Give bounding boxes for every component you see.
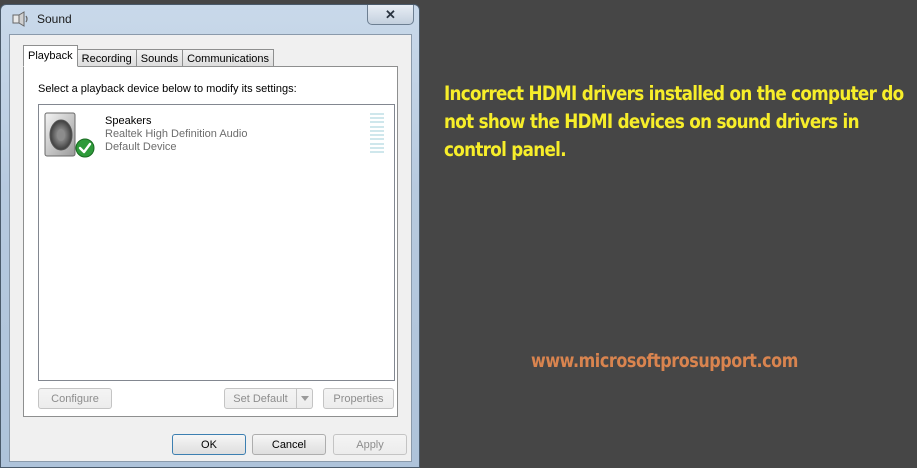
configure-label: Configure <box>51 392 99 405</box>
device-driver: Realtek High Definition Audio <box>105 128 248 140</box>
tab-strip: Playback Recording Sounds Communications <box>23 45 275 67</box>
set-default-button[interactable]: Set Default <box>224 388 297 409</box>
playback-panel: Select a playback device below to modify… <box>23 66 398 417</box>
device-name: Speakers <box>105 115 152 127</box>
instruction-text: Select a playback device below to modify… <box>38 83 297 95</box>
apply-button[interactable]: Apply <box>333 434 407 455</box>
close-button[interactable]: ✕ <box>367 5 414 25</box>
tab-playback[interactable]: Playback <box>23 45 78 67</box>
set-default-dropdown[interactable] <box>297 388 313 409</box>
sound-dialog: Sound ✕ Playback Recording Sounds Commun… <box>0 4 420 468</box>
cancel-label: Cancel <box>271 438 307 451</box>
close-icon: ✕ <box>385 7 396 22</box>
apply-label: Apply <box>356 438 384 451</box>
website-watermark: www.microsoftprosupport.com <box>531 350 798 372</box>
list-item[interactable]: Speakers Realtek High Definition Audio D… <box>39 105 394 165</box>
ok-button[interactable]: OK <box>172 434 246 455</box>
device-list[interactable]: Speakers Realtek High Definition Audio D… <box>38 104 395 381</box>
ok-label: OK <box>201 438 217 451</box>
device-status: Default Device <box>105 141 177 153</box>
tab-communications[interactable]: Communications <box>182 49 275 67</box>
sound-app-icon <box>12 11 28 27</box>
tab-recording[interactable]: Recording <box>76 49 137 67</box>
configure-button[interactable]: Configure <box>38 388 112 409</box>
volume-meter <box>370 113 384 153</box>
set-default-label: Set Default <box>233 392 288 405</box>
caption-text: Incorrect HDMI drivers installed on the … <box>444 82 904 161</box>
chevron-down-icon <box>300 396 309 401</box>
title-bar[interactable]: Sound ✕ <box>1 5 419 33</box>
properties-label: Properties <box>333 392 384 405</box>
tab-sounds[interactable]: Sounds <box>135 49 184 67</box>
properties-button[interactable]: Properties <box>323 388 394 409</box>
window-title: Sound <box>37 12 72 26</box>
cancel-button[interactable]: Cancel <box>252 434 326 455</box>
dialog-client-area: Playback Recording Sounds Communications… <box>9 34 412 462</box>
checkmark-icon <box>75 138 95 158</box>
